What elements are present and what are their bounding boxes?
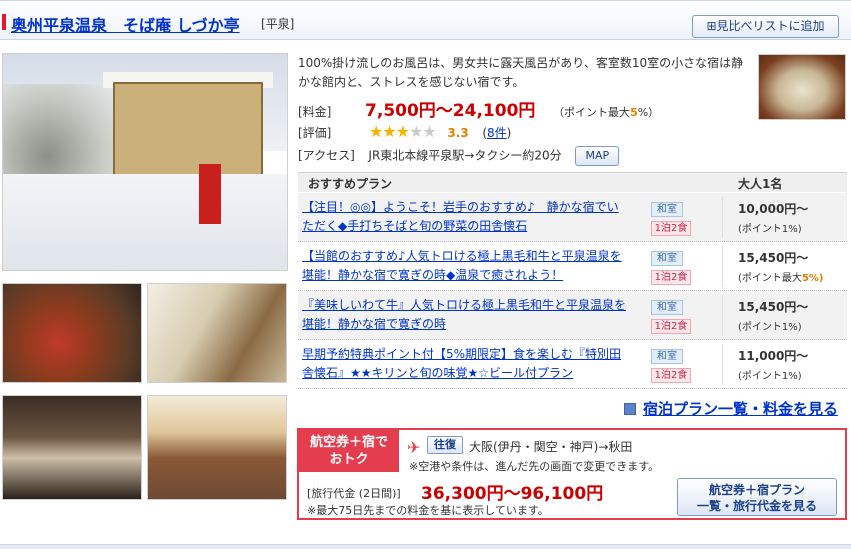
photo-outdoor-bath[interactable] (147, 395, 287, 500)
all-plans-link[interactable]: 宿泊プラン一覧・料金を見る (624, 398, 838, 419)
roundtrip-button[interactable]: 往復 (427, 436, 463, 454)
plan-point: (ポイント最大5%) (738, 273, 824, 284)
plan-price: 15,450円〜 (738, 300, 809, 314)
plan-row: 【注目！◎◎】ようこそ！岩手のおすすめ♪ 静かな宿でいただく◆手打ちそばと旬の野… (298, 193, 847, 242)
footer-divider (0, 544, 851, 549)
airport-note: ※空港や条件は、進んだ先の画面で変更できます。 (409, 460, 660, 473)
plan-price: 11,000円〜 (738, 349, 809, 363)
main-hotel-photo[interactable] (2, 53, 288, 271)
hotel-name-link[interactable]: 奥州平泉温泉 そば庵 しづか亭 (11, 12, 240, 36)
rating-row: [評価] ★★★★★ 3.3 (8件) (298, 122, 512, 141)
meal-badge: 1泊2食 (651, 270, 691, 285)
plan-price: 10,000円〜 (738, 202, 809, 216)
meal-badge: 1泊2食 (651, 319, 691, 334)
cost-note: ※最大75日先までの料金を基に表示しています。 (307, 504, 549, 517)
plan-link[interactable]: 早期予約特典ポイント付【5%期限定】食を楽しむ『特別田舎懐石』★★キリンと旬の味… (302, 345, 627, 383)
rating-stars: ★★★★★ (369, 122, 437, 141)
travel-cost-label: [旅行代金 (2日間)] (307, 487, 401, 500)
flight-route: 大阪(伊丹・関空・神戸)→秋田 (469, 440, 633, 454)
header-accent-bar (2, 14, 6, 30)
room-type-badge: 和室 (651, 202, 683, 217)
plans-table-header: おすすめプラン 大人1名 (298, 172, 847, 192)
plan-point: (ポイント1%) (738, 371, 802, 382)
add-to-compare-button[interactable]: ⊞見比べリストに追加 (692, 15, 839, 38)
plan-row: 『美味しいわて牛』人気トロける極上黒毛和牛と平泉温泉を堪能！静かな宿で寛ぎの時 … (298, 291, 847, 340)
access-label: [アクセス] (298, 148, 355, 163)
plan-row: 早期予約特典ポイント付【5%期限定】食を楽しむ『特別田舎懐石』★★キリンと旬の味… (298, 340, 847, 389)
hotel-description: 100%掛け流しのお風呂は、男女共に露天風呂があり、客室数10室の小さな宿は静か… (298, 56, 744, 89)
room-type-badge: 和室 (651, 251, 683, 266)
price-range: 7,500円〜24,100円 (365, 101, 536, 121)
plan-link[interactable]: 【注目！◎◎】ようこそ！岩手のおすすめ♪ 静かな宿でいただく◆手打ちそばと旬の野… (302, 198, 627, 236)
access-row: [アクセス] JR東北本線平泉駅→タクシー約20分 MAP (298, 146, 620, 166)
room-type-badge: 和室 (651, 349, 683, 364)
price-point-note: （ポイント最大5%） (553, 106, 660, 119)
photo-soba[interactable] (758, 54, 846, 120)
price-label: [料金] (298, 105, 332, 119)
air-hotel-box: 航空券＋宿で おトク ✈ 往復 大阪(伊丹・関空・神戸)→秋田 ※空港や条件は、… (297, 428, 847, 520)
arrow-box-icon (624, 402, 636, 415)
plan-link[interactable]: 【当館のおすすめ♪人気トロける極上黒毛和牛と平泉温泉を堪能！静かな宿で寛ぎの時◆… (302, 247, 627, 285)
room-type-badge: 和室 (651, 300, 683, 315)
travel-cost-value: 36,300円〜96,100円 (421, 484, 604, 504)
plan-row: 【当館のおすすめ♪人気トロける極上黒毛和牛と平泉温泉を堪能！静かな宿で寛ぎの時◆… (298, 242, 847, 291)
photo-meal[interactable] (2, 283, 142, 383)
hotel-header: 奥州平泉温泉 そば庵 しづか亭 [平泉] ⊞見比べリストに追加 (0, 0, 851, 40)
air-hotel-badge: 航空券＋宿で おトク (299, 430, 399, 472)
photo-lobby[interactable] (147, 283, 287, 383)
meal-badge: 1泊2食 (651, 368, 691, 383)
airplane-icon: ✈ (407, 438, 421, 457)
rating-score: 3.3 (447, 126, 469, 140)
review-count-link[interactable]: 8件 (487, 126, 507, 140)
price-row: [料金] 7,500円〜24,100円 （ポイント最大5%） (298, 96, 659, 121)
plans-header-price: 大人1名 (738, 177, 783, 191)
meal-badge: 1泊2食 (651, 221, 691, 236)
photo-indoor-bath[interactable] (2, 395, 142, 500)
air-hotel-plans-button[interactable]: 航空券＋宿プラン 一覧・旅行代金を見る (677, 478, 837, 516)
plans-header-plan: おすすめプラン (308, 177, 393, 191)
plan-point: (ポイント1%) (738, 224, 802, 235)
rating-label: [評価] (298, 126, 332, 140)
plan-link[interactable]: 『美味しいわて牛』人気トロける極上黒毛和牛と平泉温泉を堪能！静かな宿で寛ぎの時 (302, 296, 627, 334)
plan-price: 15,450円〜 (738, 251, 809, 265)
access-text: JR東北本線平泉駅→タクシー約20分 (368, 148, 562, 163)
plan-point: (ポイント1%) (738, 322, 802, 333)
area-label: [平泉] (261, 17, 295, 31)
map-button[interactable]: MAP (575, 146, 620, 166)
